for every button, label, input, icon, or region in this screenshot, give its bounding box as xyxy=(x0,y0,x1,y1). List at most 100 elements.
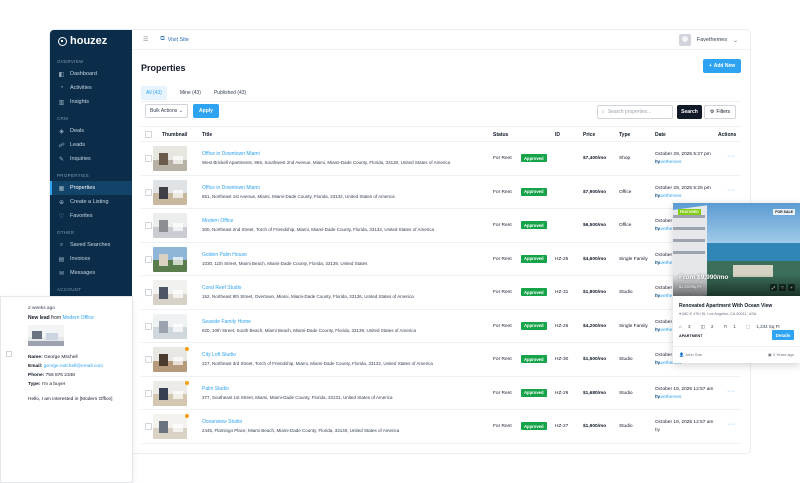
search-button[interactable]: Search xyxy=(677,105,702,119)
more-actions-icon[interactable]: ··· xyxy=(727,187,736,194)
brand-name: houzez xyxy=(70,35,108,47)
hamburger-menu-icon[interactable]: ☰ xyxy=(143,36,148,43)
plus-icon[interactable]: + xyxy=(788,284,795,291)
visit-site-link[interactable]: ⧉ Visit Site xyxy=(160,36,189,43)
property-image[interactable]: FEATURED FOR SALE From $9,990/mo $1,250/… xyxy=(673,203,800,296)
agent[interactable]: 👤 John Sue xyxy=(679,352,702,357)
sidebar-nav: OVERVIEW ◧ Dashboard ◔ Activities ▥ Insights CR… xyxy=(50,59,132,292)
apply-button[interactable]: Apply xyxy=(193,104,219,118)
table-row[interactable]: Oceanview Studio 2445, Flamingo Place, M… xyxy=(141,410,741,444)
sidebar-item-leads[interactable]: ☍ Leads xyxy=(50,138,132,152)
property-title-link[interactable]: Seaside Family Home xyxy=(202,319,251,325)
tab-mine[interactable]: Mine (43) xyxy=(180,86,201,100)
row-checkbox[interactable] xyxy=(145,188,152,196)
by-label: by xyxy=(655,260,661,266)
table-row[interactable]: Office in Downtown Miami 851, Northeast … xyxy=(141,176,741,209)
row-checkbox[interactable] xyxy=(145,389,152,397)
email-label: Email: xyxy=(28,364,43,369)
property-thumbnail[interactable] xyxy=(153,213,187,238)
property-title[interactable]: Renovated Apartment With Ocean View xyxy=(679,303,772,309)
filters-button[interactable]: ⚙ Filters xyxy=(704,105,736,119)
sidebar-item-properties[interactable]: ▦ Properties xyxy=(50,181,132,195)
property-thumbnail[interactable] xyxy=(153,280,187,305)
sidebar-item-label: Properties xyxy=(70,185,96,191)
email-link[interactable]: george.mitchell@email.com xyxy=(44,364,103,369)
property-thumbnail[interactable] xyxy=(153,414,187,439)
table-row[interactable]: Golden Palm House 1030, 11th Street, Mia… xyxy=(141,243,741,276)
sidebar-item-label: Create a Listing xyxy=(70,199,109,205)
sidebar-item-saved-searches[interactable]: ⌕ Saved Searches xyxy=(50,238,132,252)
table-row[interactable]: Office in Downtown Miami West Brickell A… xyxy=(141,142,741,176)
property-id: HZ-26 xyxy=(555,323,569,329)
sidebar-item-create-a-listing[interactable]: ⊕ Create a Listing xyxy=(50,195,132,209)
heart-icon[interactable]: ♡ xyxy=(779,284,786,291)
row-checkbox[interactable] xyxy=(145,322,152,330)
property-title-link[interactable]: Oceanview Studio xyxy=(202,419,242,425)
bulk-actions-select[interactable]: Bulk Actions ⌄ xyxy=(145,104,188,118)
property-thumbnail[interactable] xyxy=(153,179,187,205)
approved-badge: Approved xyxy=(521,321,547,330)
brand-logo[interactable]: houzez xyxy=(50,30,132,52)
more-actions-icon[interactable]: ··· xyxy=(727,421,736,428)
table-row[interactable]: Seaside Family Home 820, 10th Street, So… xyxy=(141,310,741,343)
listing-author: by Favethemes xyxy=(655,160,681,165)
sidebar-section-title: CRM xyxy=(57,116,69,121)
property-thumbnail[interactable] xyxy=(153,246,187,272)
property-thumbnail[interactable] xyxy=(153,146,187,171)
sidebar-item-favorites[interactable]: ♡ Favorites xyxy=(50,209,132,223)
row-checkbox[interactable] xyxy=(145,423,152,430)
table-row[interactable]: Modern Office 300, Northeast 2nd Street,… xyxy=(141,209,741,243)
property-price: $4,200/mo xyxy=(583,323,607,329)
sidebar-item-activities[interactable]: ◔ Activities xyxy=(50,81,132,95)
table-row[interactable]: Coral Reef Studio 152, Northeast 8th Str… xyxy=(141,276,741,310)
add-new-button[interactable]: + Add New xyxy=(703,59,741,73)
property-address: 377, Southeast 1st Street, Miami, Miami-… xyxy=(202,394,393,400)
property-thumbnail[interactable] xyxy=(153,313,187,339)
details-button[interactable]: Details xyxy=(772,330,794,340)
property-thumbnail[interactable] xyxy=(153,347,187,372)
tab-published[interactable]: Published (43) xyxy=(214,86,246,100)
property-title-link[interactable]: Office in Downtown Miami xyxy=(202,185,260,191)
more-actions-icon[interactable]: ··· xyxy=(727,153,736,160)
table-row[interactable]: Palm Studio 377, Southeast 1st Street, M… xyxy=(141,377,741,410)
property-price: $1,680/mo xyxy=(583,390,607,396)
property-title-link[interactable]: Palm Studio xyxy=(202,386,229,392)
row-checkbox[interactable] xyxy=(145,356,152,363)
property-thumbnail[interactable] xyxy=(153,380,187,406)
notification-checkbox[interactable] xyxy=(6,351,12,357)
more-actions-icon[interactable]: ··· xyxy=(727,388,736,395)
lead-listing-link[interactable]: Modern Office xyxy=(62,315,93,321)
sidebar-item-dashboard[interactable]: ◧ Dashboard xyxy=(50,67,132,81)
table-row[interactable]: City Loft Studio 227, Northeast 3rd Stre… xyxy=(141,343,741,377)
sidebar-item-invoices[interactable]: ▤ Invoices xyxy=(50,252,132,266)
listing-status: For Rent xyxy=(493,223,512,228)
sidebar-item-messages[interactable]: ✉ Messages xyxy=(50,266,132,280)
user-menu[interactable]: Favethemes ⌄ xyxy=(678,34,738,46)
row-checkbox[interactable] xyxy=(145,222,152,229)
search-input[interactable]: ⌕ Search properties... xyxy=(597,105,673,119)
property-title-link[interactable]: Modern Office xyxy=(202,218,233,224)
row-checkbox[interactable] xyxy=(145,255,152,263)
property-title-link[interactable]: City Loft Studio xyxy=(202,352,236,358)
sidebar-item-inquiries[interactable]: ✎ Inquiries xyxy=(50,152,132,166)
by-label: by xyxy=(655,193,661,199)
row-checkbox[interactable] xyxy=(145,289,152,296)
row-checkbox[interactable] xyxy=(145,155,152,162)
sidebar-item-insights[interactable]: ▥ Insights xyxy=(50,95,132,109)
location-pin-icon: ⌖ xyxy=(679,312,682,316)
expand-icon[interactable]: ⤢ xyxy=(770,284,777,291)
create-listing-icon: ⊕ xyxy=(58,199,65,206)
column-status: Status xyxy=(493,132,509,138)
property-title-link[interactable]: Office in Downtown Miami xyxy=(202,151,260,157)
approved-badge: Approved xyxy=(521,154,547,162)
property-title-link[interactable]: Golden Palm House xyxy=(202,252,247,258)
user-icon: 👤 xyxy=(679,352,684,357)
property-card[interactable]: FEATURED FOR SALE From $9,990/mo $1,250/… xyxy=(673,203,800,363)
tab-all[interactable]: All (43) xyxy=(141,86,167,100)
sidebar-item-deals[interactable]: ◈ Deals xyxy=(50,124,132,138)
select-all-checkbox[interactable] xyxy=(145,131,152,138)
column-title: Title xyxy=(202,132,213,138)
listing-author: by Favethe xyxy=(655,261,672,266)
search-placeholder: Search properties... xyxy=(607,109,652,115)
property-title-link[interactable]: Coral Reef Studio xyxy=(202,285,241,291)
